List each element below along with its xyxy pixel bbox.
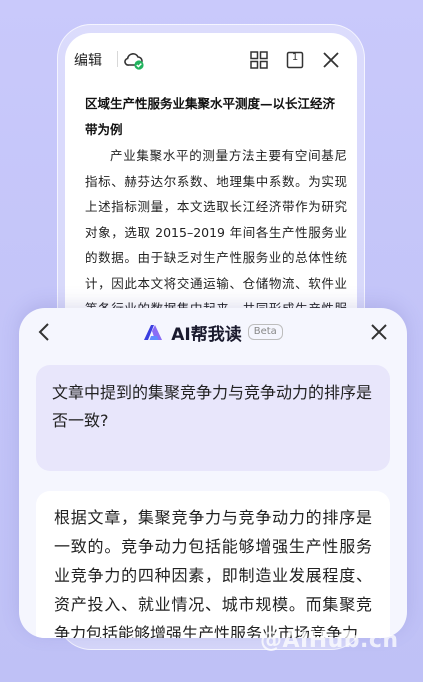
- close-icon[interactable]: [320, 49, 342, 71]
- toolbar-divider: [117, 51, 118, 67]
- panel-title-group: AI帮我读 Beta: [19, 320, 407, 345]
- page-count-icon[interactable]: 1: [284, 49, 306, 71]
- question-bubble: 文章中提到的集聚竞争力与竞争动力的排序是否一致?: [36, 365, 390, 471]
- answer-bubble: 根据文章，集聚竞争力与竞争动力的排序是一致的。竞争动力包括能够增强生产性服务业竞…: [36, 491, 390, 638]
- page-count-label: 1: [291, 52, 299, 63]
- panel-header: AI帮我读 Beta: [19, 308, 407, 356]
- grid-icon[interactable]: [248, 49, 270, 71]
- ai-logo-icon: [143, 323, 163, 341]
- question-text: 文章中提到的集聚竞争力与竞争动力的排序是否一致?: [52, 383, 373, 430]
- close-panel-button[interactable]: [367, 320, 391, 344]
- ai-reading-panel: AI帮我读 Beta 文章中提到的集聚竞争力与竞争动力的排序是否一致? 根据文章…: [19, 308, 407, 638]
- cloud-synced-icon[interactable]: [123, 49, 145, 71]
- document-viewer: 编辑 1 区域生产性服务业集聚水平测度—以长江经济带为例 产业集聚水平的测量方法…: [65, 33, 357, 333]
- edit-button[interactable]: 编辑: [74, 50, 102, 70]
- document-body: 产业集聚水平的测量方法主要有空间基尼指标、赫芬达尔系数、地理集中系数。为实现上述…: [85, 148, 347, 333]
- document-title: 区域生产性服务业集聚水平测度—以长江经济带为例: [85, 96, 336, 137]
- answer-text: 根据文章，集聚竞争力与竞争动力的排序是一致的。竞争动力包括能够增强生产性服务业竞…: [54, 508, 372, 638]
- watermark: @AIHub.cn: [260, 628, 399, 653]
- panel-title: AI帮我读: [171, 324, 242, 345]
- document-toolbar: 编辑 1: [65, 33, 357, 85]
- close-icon: [371, 324, 387, 340]
- beta-badge: Beta: [247, 324, 283, 340]
